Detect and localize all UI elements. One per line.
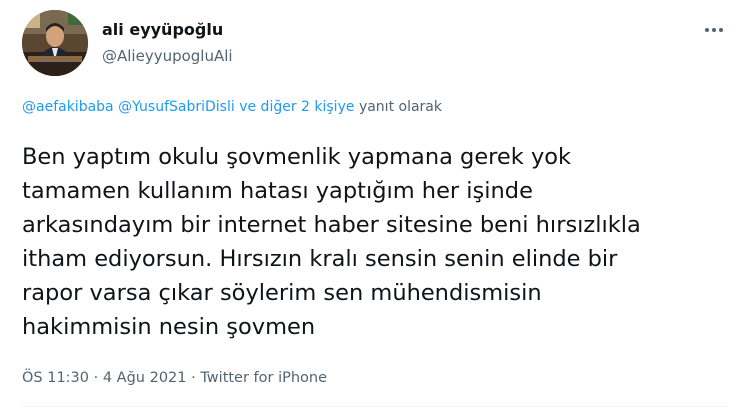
divider [22,406,727,407]
tweet-text-line: rapor varsa çıkar söylerim sen mühendism… [22,280,542,306]
others-link[interactable]: ve diğer 2 kişiye [239,99,354,115]
meta-separator: · [93,370,99,386]
tweet-text-line: arkasındayım bir internet haber sitesine… [22,212,641,238]
more-options-button[interactable] [701,22,727,38]
author-display-name[interactable]: ali eyyüpoğlu [102,20,223,39]
more-horizontal-icon [705,28,723,32]
tweet-time[interactable]: ÖS 11:30 [22,370,89,386]
mention-link[interactable]: @aefakibaba [22,99,114,115]
tweet-source[interactable]: Twitter for iPhone [200,370,327,386]
tweet-text-line: Ben yaptım okulu şovmenlik yapmana gerek… [22,144,572,170]
meta-separator: · [191,370,196,386]
tweet-text-line: itham ediyorsun. Hırsızın kralı sensin s… [22,246,618,272]
author-handle[interactable]: @AlieyyupogluAli [102,47,233,65]
tweet-text: Ben yaptım okulu şovmenlik yapmana gerek… [22,140,732,344]
avatar-image [22,10,88,76]
tweet-metadata: ÖS 11:30 · 4 Ağu 2021 · Twitter for iPho… [22,370,327,386]
reply-context: @aefakibaba @YusufSabriDisli ve diğer 2 … [22,99,442,115]
reply-context-suffix: yanıt olarak [358,99,442,115]
tweet-text-line: tamamen kullanım hatası yaptığım her işi… [22,178,533,204]
tweet-card: ali eyyüpoğlu @AlieyyupogluAli @aefakiba… [0,0,747,413]
mention-link[interactable]: @YusufSabriDisli [118,99,235,115]
avatar[interactable] [22,10,88,76]
tweet-date[interactable]: 4 Ağu 2021 [103,370,187,386]
tweet-text-line: hakimmisin nesin şovmen [22,314,316,340]
